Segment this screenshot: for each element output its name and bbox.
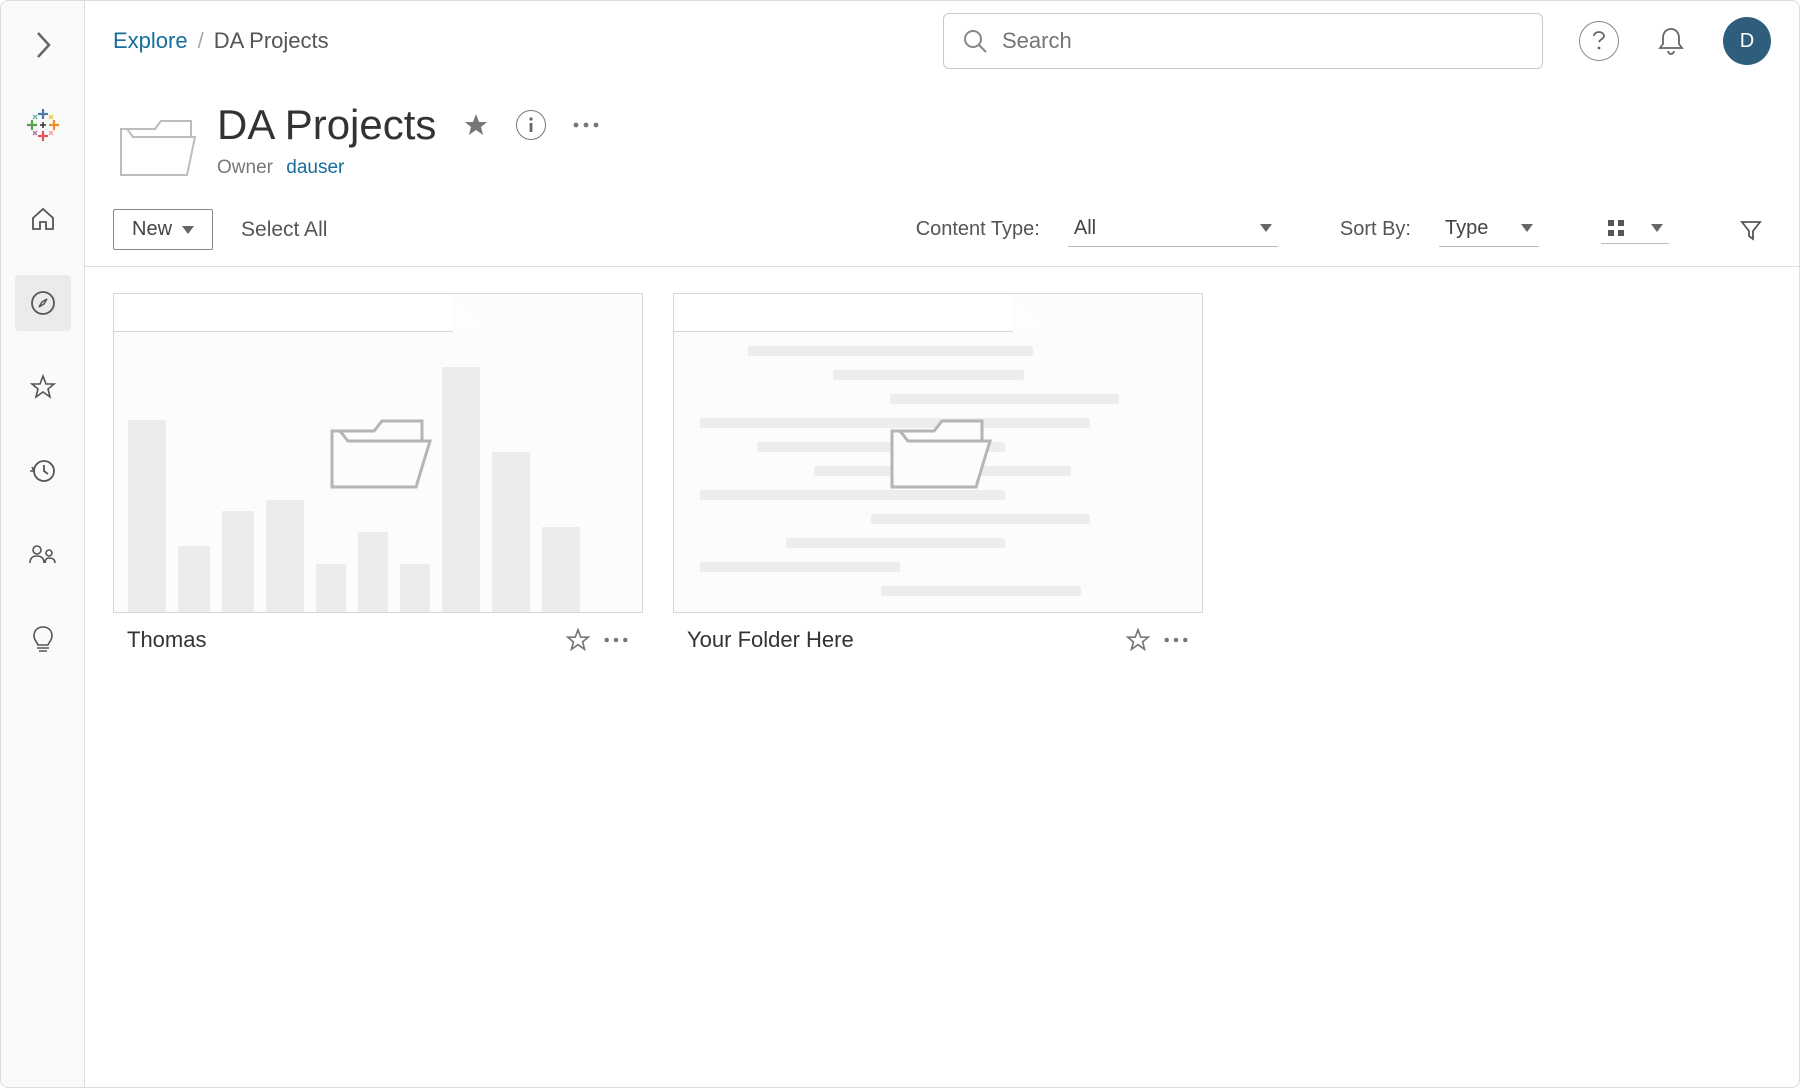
project-card: Thomas bbox=[113, 293, 643, 1061]
caret-down-icon bbox=[1651, 224, 1663, 232]
compass-icon bbox=[29, 289, 57, 317]
new-button[interactable]: New bbox=[113, 209, 213, 250]
favorite-button[interactable] bbox=[462, 111, 490, 139]
bell-icon bbox=[1657, 26, 1685, 56]
user-avatar[interactable]: D bbox=[1723, 17, 1771, 65]
view-mode-select[interactable] bbox=[1601, 215, 1669, 244]
ellipsis-icon bbox=[1163, 636, 1189, 644]
breadcrumb-current: DA Projects bbox=[214, 28, 329, 54]
info-icon bbox=[526, 116, 536, 134]
folder-icon bbox=[318, 405, 438, 501]
search-icon bbox=[962, 28, 988, 54]
sidebar-shared[interactable] bbox=[15, 527, 71, 583]
breadcrumb: Explore / DA Projects bbox=[113, 28, 329, 54]
help-icon bbox=[1591, 30, 1607, 52]
chevron-right-icon bbox=[33, 31, 53, 59]
project-card-preview[interactable] bbox=[673, 293, 1203, 613]
top-bar: Explore / DA Projects D bbox=[85, 1, 1799, 79]
tableau-logo-icon bbox=[23, 105, 63, 145]
search-box[interactable] bbox=[943, 13, 1543, 69]
caret-down-icon bbox=[182, 226, 194, 234]
content-type-select[interactable]: All bbox=[1068, 213, 1278, 247]
owner-link[interactable]: dauser bbox=[286, 157, 344, 178]
filter-icon bbox=[1739, 218, 1763, 242]
select-all-button[interactable]: Select All bbox=[241, 218, 327, 242]
notifications-button[interactable] bbox=[1651, 21, 1691, 61]
info-button[interactable] bbox=[516, 110, 546, 140]
ellipsis-icon bbox=[572, 121, 600, 129]
owner-label: Owner bbox=[217, 157, 273, 178]
card-favorite-button[interactable] bbox=[1125, 627, 1151, 653]
project-header: DA Projects Owner dauser bbox=[85, 79, 1799, 203]
help-button[interactable] bbox=[1579, 21, 1619, 61]
sort-by-label: Sort By: bbox=[1340, 218, 1411, 241]
project-card: Your Folder Here bbox=[673, 293, 1203, 1061]
breadcrumb-root-link[interactable]: Explore bbox=[113, 28, 188, 54]
project-card-title[interactable]: Thomas bbox=[127, 627, 206, 653]
project-card-title[interactable]: Your Folder Here bbox=[687, 627, 854, 653]
project-actions-menu[interactable] bbox=[572, 121, 600, 129]
main-panel: Explore / DA Projects D bbox=[85, 1, 1799, 1087]
search-input[interactable] bbox=[1002, 28, 1524, 54]
sort-by-value: Type bbox=[1445, 217, 1488, 240]
sort-by-select[interactable]: Type bbox=[1439, 213, 1539, 247]
home-icon bbox=[29, 205, 57, 233]
card-actions-menu[interactable] bbox=[603, 636, 629, 644]
star-outline-icon bbox=[1125, 627, 1151, 653]
caret-down-icon bbox=[1521, 224, 1533, 232]
sidebar-recents[interactable] bbox=[15, 443, 71, 499]
card-favorite-button[interactable] bbox=[565, 627, 591, 653]
caret-down-icon bbox=[1260, 224, 1272, 232]
lightbulb-icon bbox=[30, 624, 56, 654]
page-title: DA Projects bbox=[217, 101, 436, 149]
history-icon bbox=[29, 457, 57, 485]
users-icon bbox=[28, 541, 58, 569]
star-filled-icon bbox=[462, 111, 490, 139]
card-actions-menu[interactable] bbox=[1163, 636, 1189, 644]
sidebar-favorites[interactable] bbox=[15, 359, 71, 415]
filter-button[interactable] bbox=[1731, 210, 1771, 250]
sidebar bbox=[1, 1, 85, 1087]
folder-icon bbox=[878, 405, 998, 501]
project-card-preview[interactable] bbox=[113, 293, 643, 613]
sidebar-explore[interactable] bbox=[15, 275, 71, 331]
content-type-value: All bbox=[1074, 217, 1096, 240]
ellipsis-icon bbox=[603, 636, 629, 644]
sidebar-recommendations[interactable] bbox=[15, 611, 71, 667]
content-toolbar: New Select All Content Type: All Sort By… bbox=[85, 203, 1799, 267]
new-button-label: New bbox=[132, 218, 172, 241]
star-icon bbox=[29, 373, 57, 401]
sidebar-home[interactable] bbox=[15, 191, 71, 247]
sidebar-expand-button[interactable] bbox=[19, 21, 67, 69]
content-type-label: Content Type: bbox=[916, 218, 1040, 241]
content-grid: Thomas bbox=[85, 267, 1799, 1087]
breadcrumb-separator: / bbox=[198, 28, 204, 54]
star-outline-icon bbox=[565, 627, 591, 653]
grid-icon bbox=[1607, 219, 1625, 237]
project-folder-icon bbox=[113, 111, 199, 183]
owner-row: Owner dauser bbox=[217, 157, 600, 179]
